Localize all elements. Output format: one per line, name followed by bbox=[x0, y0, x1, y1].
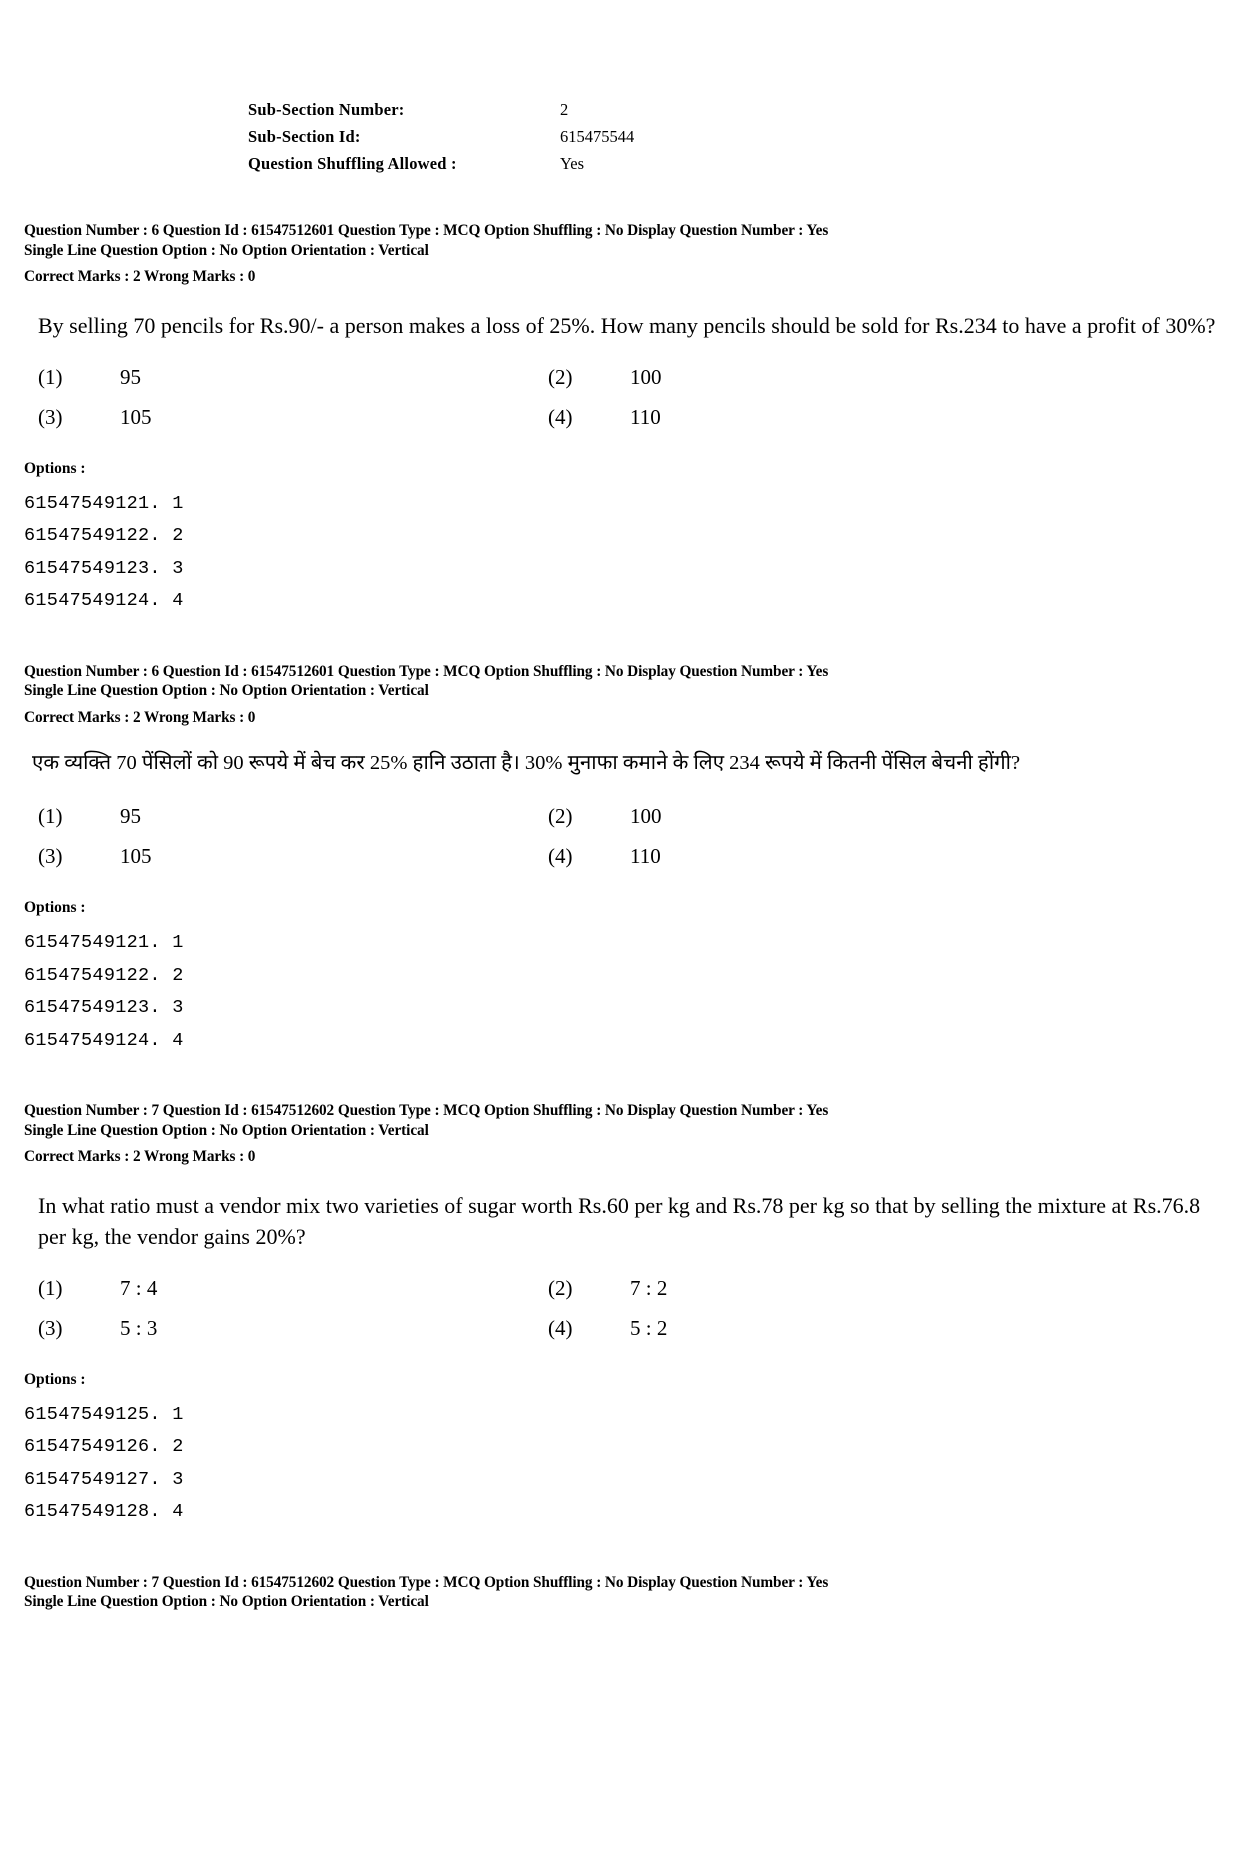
choice-option-3[interactable]: (3) 5 : 3 bbox=[38, 1308, 548, 1348]
choice-option-1[interactable]: (1) 95 bbox=[38, 357, 548, 397]
question-marks-line: Correct Marks : 2 Wrong Marks : 0 bbox=[24, 708, 256, 726]
question-block-6-english: Question Number : 6 Question Id : 615475… bbox=[24, 221, 1216, 618]
options-heading: Options : bbox=[24, 1370, 86, 1388]
choice-row: (1) 7 : 4 (2) 7 : 2 bbox=[38, 1268, 1058, 1308]
choice-row: (1) 95 (2) 100 bbox=[38, 357, 1058, 397]
question-shuffling-label: Question Shuffling Allowed : bbox=[248, 154, 457, 173]
choice-text: 95 bbox=[120, 804, 141, 828]
list-item: 61547549128. 4 bbox=[24, 1501, 184, 1522]
answer-choices: (1) 95 (2) 100 (3) 105 (4) 110 bbox=[38, 796, 1058, 876]
table-row: Question Shuffling Allowed : Yes bbox=[248, 150, 634, 177]
choice-option-4[interactable]: (4) 110 bbox=[548, 397, 1058, 437]
choice-option-3[interactable]: (3) 105 bbox=[38, 397, 548, 437]
choice-text: 95 bbox=[120, 364, 141, 389]
choice-number: (3) bbox=[38, 1315, 63, 1340]
choice-row: (3) 105 (4) 110 bbox=[38, 397, 1058, 437]
list-item: 61547549124. 4 bbox=[24, 1029, 184, 1051]
answer-choices: (1) 95 (2) 100 (3) 105 (4) 110 bbox=[38, 357, 1058, 437]
choice-number: (4) bbox=[548, 1315, 573, 1340]
choice-number: (1) bbox=[38, 1275, 63, 1300]
sub-section-id-label: Sub-Section Id: bbox=[248, 127, 361, 146]
question-meta-line-1: Question Number : 6 Question Id : 615475… bbox=[24, 222, 829, 239]
question-block-7-english: Question Number : 7 Question Id : 615475… bbox=[24, 1101, 1216, 1529]
choice-text: 7 : 2 bbox=[630, 1275, 668, 1300]
question-marks-line: Correct Marks : 2 Wrong Marks : 0 bbox=[24, 1148, 256, 1165]
sub-section-header: Sub-Section Number: 2 Sub-Section Id: 61… bbox=[248, 96, 1240, 177]
choice-number: (4) bbox=[548, 844, 573, 868]
choice-number: (4) bbox=[548, 404, 573, 429]
choice-row: (3) 5 : 3 (4) 5 : 2 bbox=[38, 1308, 1058, 1348]
choice-text: 110 bbox=[630, 844, 661, 868]
choice-option-1[interactable]: (1) 95 bbox=[38, 796, 548, 836]
document-page: Sub-Section Number: 2 Sub-Section Id: 61… bbox=[0, 96, 1240, 1850]
question-meta-line-1: Question Number : 6 Question Id : 615475… bbox=[24, 662, 829, 680]
options-heading: Options : bbox=[24, 899, 86, 916]
choice-text: 110 bbox=[630, 404, 661, 429]
choice-text: 5 : 2 bbox=[630, 1315, 668, 1340]
choice-number: (1) bbox=[38, 804, 63, 828]
options-heading: Options : bbox=[24, 459, 86, 477]
choice-text: 100 bbox=[630, 364, 662, 389]
list-item: 61547549125. 1 bbox=[24, 1403, 184, 1425]
list-item: 61547549123. 3 bbox=[24, 997, 184, 1018]
option-id-list: 61547549121. 1 61547549122. 2 6154754912… bbox=[24, 927, 1216, 1057]
choice-text: 7 : 4 bbox=[120, 1275, 158, 1300]
list-item: 61547549124. 4 bbox=[24, 590, 184, 611]
choice-option-2[interactable]: (2) 100 bbox=[548, 357, 1058, 397]
list-item: 61547549126. 2 bbox=[24, 1436, 184, 1457]
choice-row: (1) 95 (2) 100 bbox=[38, 796, 1058, 836]
sub-section-table: Sub-Section Number: 2 Sub-Section Id: 61… bbox=[248, 96, 634, 177]
choice-number: (3) bbox=[38, 404, 63, 429]
question-meta-line-2: Single Line Question Option : No Option … bbox=[24, 1593, 429, 1610]
list-item: 61547549127. 3 bbox=[24, 1468, 184, 1490]
question-meta-line-1: Question Number : 7 Question Id : 615475… bbox=[24, 1573, 829, 1591]
choice-option-3[interactable]: (3) 105 bbox=[38, 836, 548, 876]
choice-text: 100 bbox=[630, 804, 662, 828]
question-meta-line-2: Single Line Question Option : No Option … bbox=[24, 1121, 429, 1139]
sub-section-id-value: 615475544 bbox=[560, 127, 635, 146]
list-item: 61547549123. 3 bbox=[24, 557, 184, 579]
question-text-hindi: एक व्यक्ति 70 पेंसिलों को 90 रूपये में ब… bbox=[32, 752, 1021, 774]
choice-option-4[interactable]: (4) 5 : 2 bbox=[548, 1308, 1058, 1348]
choice-number: (2) bbox=[548, 364, 573, 389]
question-shuffling-value: Yes bbox=[560, 154, 585, 173]
sub-section-number-value: 2 bbox=[560, 100, 569, 119]
choice-text: 105 bbox=[120, 404, 152, 429]
list-item: 61547549122. 2 bbox=[24, 525, 184, 546]
answer-choices: (1) 7 : 4 (2) 7 : 2 (3) 5 : 3 (4) 5 : 2 bbox=[38, 1268, 1058, 1348]
choice-option-2[interactable]: (2) 7 : 2 bbox=[548, 1268, 1058, 1308]
question-block-6-hindi: Question Number : 6 Question Id : 615475… bbox=[24, 662, 1216, 1058]
choice-number: (2) bbox=[548, 1275, 573, 1300]
list-item: 61547549121. 1 bbox=[24, 932, 184, 953]
choice-row: (3) 105 (4) 110 bbox=[38, 836, 1058, 876]
question-block-7-hindi-partial: Question Number : 7 Question Id : 615475… bbox=[24, 1573, 1216, 1612]
list-item: 61547549122. 2 bbox=[24, 964, 184, 986]
choice-option-2[interactable]: (2) 100 bbox=[548, 796, 1058, 836]
question-text: By selling 70 pencils for Rs.90/- a pers… bbox=[38, 312, 1216, 338]
choice-text: 105 bbox=[120, 844, 152, 868]
choice-number: (2) bbox=[548, 804, 573, 828]
choice-number: (1) bbox=[38, 364, 63, 389]
question-meta-line-2: Single Line Question Option : No Option … bbox=[24, 241, 429, 259]
choice-option-4[interactable]: (4) 110 bbox=[548, 836, 1058, 876]
question-marks-line: Correct Marks : 2 Wrong Marks : 0 bbox=[24, 268, 256, 285]
choice-text: 5 : 3 bbox=[120, 1315, 158, 1340]
question-meta-line-1: Question Number : 7 Question Id : 615475… bbox=[24, 1102, 829, 1119]
list-item: 61547549121. 1 bbox=[24, 492, 184, 514]
table-row: Sub-Section Id: 615475544 bbox=[248, 123, 634, 150]
choice-option-1[interactable]: (1) 7 : 4 bbox=[38, 1268, 548, 1308]
table-row: Sub-Section Number: 2 bbox=[248, 96, 634, 123]
question-meta-line-2: Single Line Question Option : No Option … bbox=[24, 682, 429, 699]
sub-section-number-label: Sub-Section Number: bbox=[248, 100, 405, 119]
option-id-list: 61547549121. 1 61547549122. 2 6154754912… bbox=[24, 488, 1216, 618]
question-text: In what ratio must a vendor mix two vari… bbox=[38, 1192, 1201, 1249]
option-id-list: 61547549125. 1 61547549126. 2 6154754912… bbox=[24, 1399, 1216, 1529]
choice-number: (3) bbox=[38, 844, 63, 868]
